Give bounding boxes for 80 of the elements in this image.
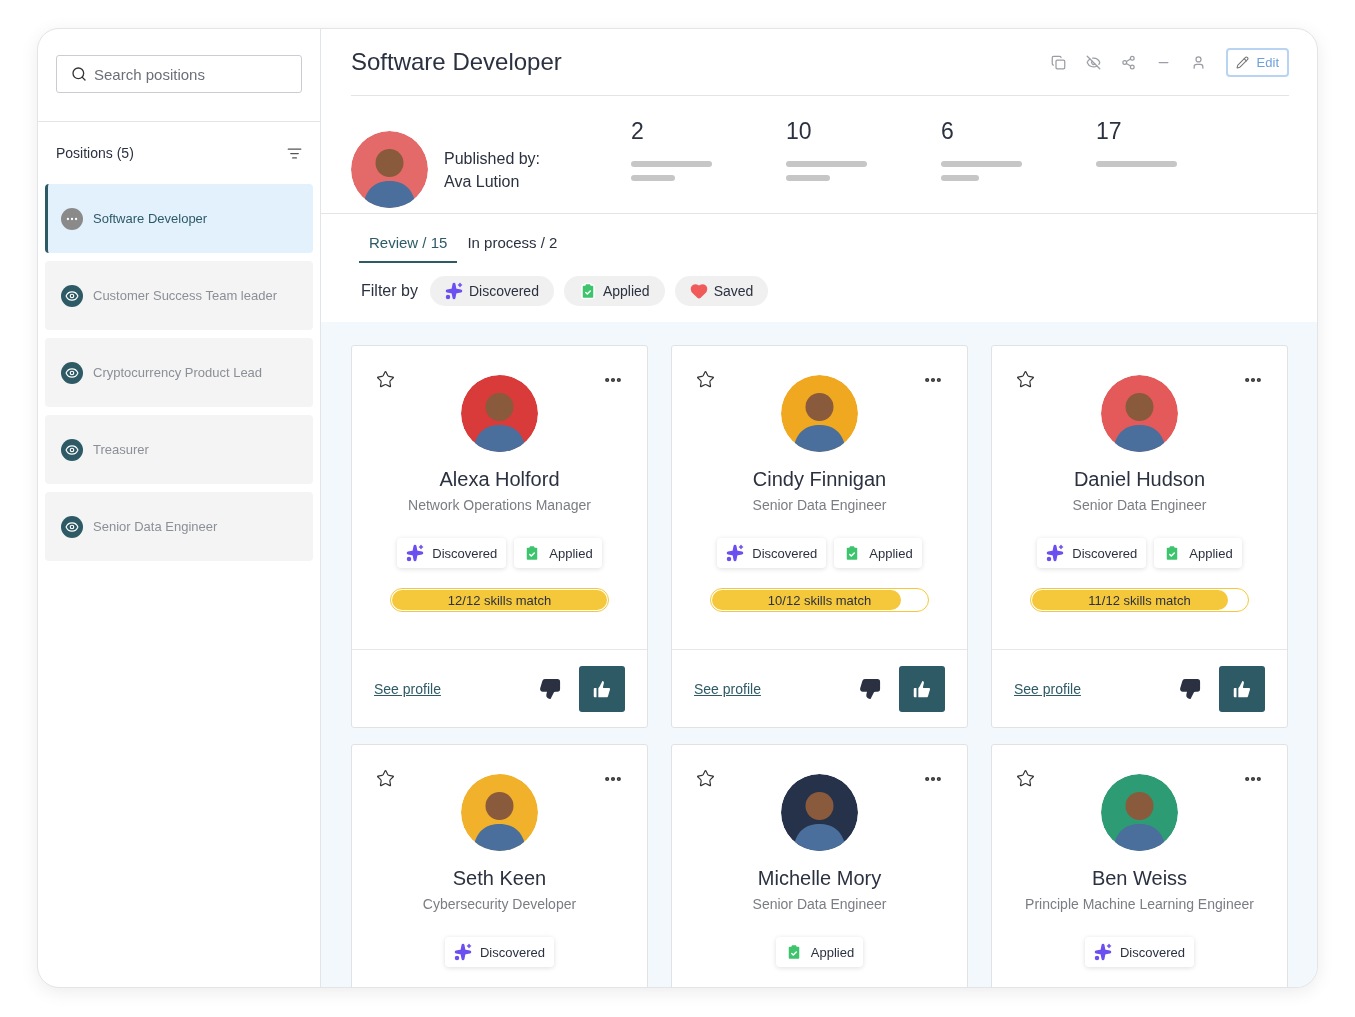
filter-icon[interactable] — [287, 145, 302, 161]
candidate-role: Senior Data Engineer — [752, 497, 887, 513]
thumbs-down-icon — [1179, 677, 1201, 700]
filter-label: Filter by — [361, 282, 418, 300]
skills-match-text: 10/12 skills match — [766, 591, 873, 610]
sparkle-icon — [1046, 544, 1065, 562]
skeleton-line — [941, 175, 979, 181]
thumbs-down-button[interactable] — [539, 677, 561, 700]
see-profile-link[interactable]: See profile — [374, 680, 539, 697]
thumbs-up-button[interactable] — [1219, 665, 1265, 712]
status-tag: Discovered — [717, 538, 827, 568]
position-title: Customer Success Team leader — [93, 288, 277, 303]
search-icon — [71, 66, 87, 82]
position-title: Software Developer — [93, 211, 208, 226]
see-profile-link[interactable]: See profile — [694, 680, 859, 697]
status-tag: Applied — [514, 538, 602, 568]
position-title: Treasurer — [93, 442, 149, 457]
pencil-icon — [1235, 55, 1249, 69]
star-icon[interactable] — [376, 370, 395, 389]
thumbs-down-button[interactable] — [859, 677, 881, 700]
skeleton-line — [786, 175, 830, 181]
stat-number: 17 — [1096, 118, 1123, 145]
position-title: Senior Data Engineer — [93, 519, 218, 534]
stat-number: 10 — [786, 118, 813, 145]
ellipsis-icon — [61, 207, 83, 230]
thumbs-down-icon — [859, 677, 881, 700]
clipboard-check-icon — [578, 282, 597, 300]
thumbs-up-button[interactable] — [579, 665, 625, 712]
user-icon[interactable] — [1190, 54, 1206, 70]
positions-header: Positions (5) — [56, 145, 134, 161]
candidate-role: Network Operations Manager — [408, 497, 591, 513]
candidate-name: Seth Keen — [452, 867, 547, 890]
candidate-name: Ben Weiss — [1091, 867, 1188, 890]
star-icon[interactable] — [696, 370, 715, 389]
status-tag: Discovered — [1037, 538, 1147, 568]
heart-icon — [689, 282, 708, 300]
stat-number: 6 — [941, 118, 955, 145]
filter-chip[interactable]: Saved — [674, 276, 769, 306]
star-icon[interactable] — [1016, 370, 1035, 389]
sparkle-icon — [726, 544, 745, 562]
tab[interactable]: Review / 15 — [359, 230, 458, 263]
thumbs-down-icon — [539, 677, 561, 700]
star-icon[interactable] — [696, 769, 715, 788]
candidate-role: Senior Data Engineer — [752, 896, 887, 912]
publisher-text: Published by: Ava Lution — [444, 148, 541, 192]
sparkle-icon — [454, 943, 472, 961]
thumbs-down-button[interactable] — [1179, 677, 1201, 700]
filter-chip[interactable]: Applied — [563, 276, 665, 306]
status-tag: Applied — [775, 937, 864, 967]
position-title: Software Developer — [351, 48, 562, 76]
status-tag: Discovered — [1085, 937, 1194, 967]
sparkle-icon — [1094, 943, 1112, 961]
see-profile-link[interactable]: See profile — [1014, 680, 1179, 697]
candidate-name: Daniel Hudson — [1073, 468, 1206, 491]
skeleton-line — [631, 175, 675, 181]
candidate-name: Alexa Holford — [439, 468, 560, 491]
filter-chip[interactable]: Discovered — [429, 276, 554, 306]
sparkle-icon — [406, 544, 425, 562]
star-icon[interactable] — [1016, 769, 1035, 788]
sparkle-icon — [444, 282, 463, 300]
share-icon[interactable] — [1120, 54, 1136, 70]
status-tag: Applied — [834, 538, 922, 568]
candidate-name: Cindy Finnigan — [752, 468, 887, 491]
candidate-role: Senior Data Engineer — [1072, 497, 1207, 513]
status-tag: Discovered — [445, 937, 554, 967]
position-item[interactable]: Software Developer — [45, 184, 313, 253]
candidate-name: Michelle Mory — [757, 867, 882, 890]
thumbs-up-button[interactable] — [899, 665, 945, 712]
status-tag: Applied — [1154, 538, 1242, 568]
tab[interactable]: In process / 2 — [457, 230, 568, 263]
status-tag: Discovered — [397, 538, 507, 568]
position-title: Cryptocurrency Product Lead — [93, 365, 263, 380]
stat-number: 2 — [631, 118, 645, 145]
skills-match-text: 11/12 skills match — [1087, 591, 1192, 610]
search-field[interactable]: Search positions — [56, 55, 302, 93]
candidate-role: Cybersecurity Developer — [422, 896, 577, 912]
star-icon[interactable] — [376, 769, 395, 788]
skills-match-text: 12/12 skills match — [446, 591, 553, 610]
copy-icon[interactable] — [1050, 54, 1066, 70]
candidate-role: Principle Machine Learning Engineer — [1025, 896, 1254, 912]
